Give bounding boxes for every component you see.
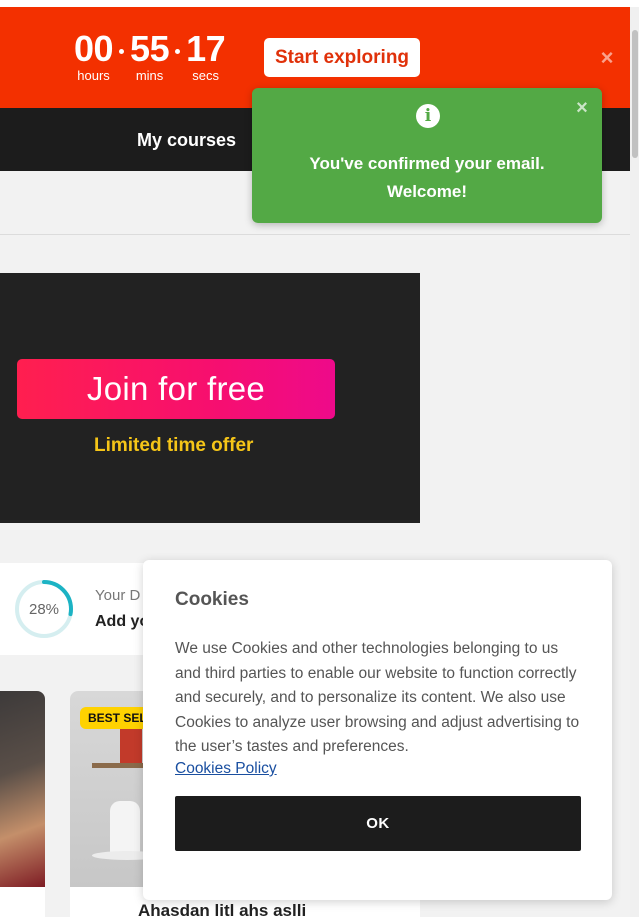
cookies-policy-link[interactable]: Cookies Policy	[175, 760, 277, 778]
scrollbar-thumb[interactable]	[632, 30, 638, 158]
course-card[interactable]	[0, 691, 45, 917]
countdown-timer: 00 hours 55 mins 17 secs	[74, 28, 226, 83]
join-for-free-button[interactable]: Join for free	[17, 359, 335, 419]
secs-label: secs	[192, 68, 219, 83]
course-title[interactable]: Ahasdan litl ahs aslli	[138, 901, 306, 917]
nav-my-courses[interactable]: My courses	[137, 130, 236, 151]
success-toast: i × You've confirmed your email. Welcome…	[252, 88, 602, 223]
info-icon: i	[416, 104, 440, 128]
progress-percent: 28%	[28, 600, 60, 618]
secs-value: 17	[186, 28, 226, 69]
cookie-dialog: Cookies We use Cookies and other technol…	[143, 560, 612, 900]
cookie-dialog-body: We use Cookies and other technologies be…	[175, 640, 580, 755]
countdown-separator	[119, 49, 125, 54]
countdown-separator	[175, 49, 181, 54]
course-thumbnail	[0, 691, 45, 887]
countdown-hours: 00 hours	[74, 28, 114, 83]
thumbnail-decor	[120, 729, 142, 763]
cookie-ok-button[interactable]: OK	[175, 796, 581, 851]
countdown-mins: 55 mins	[130, 28, 170, 83]
divider	[0, 234, 630, 235]
cookie-dialog-title: Cookies	[175, 589, 249, 610]
progress-card-title: Your D	[95, 587, 141, 604]
promo-close-icon[interactable]: ×	[596, 47, 618, 69]
hours-label: hours	[77, 68, 110, 83]
limited-offer-text: Limited time offer	[94, 435, 254, 456]
progress-card-action[interactable]: Add yo	[95, 613, 149, 631]
start-exploring-button[interactable]: Start exploring	[264, 38, 420, 77]
toast-message: You've confirmed your email. Welcome!	[309, 154, 545, 201]
hours-value: 00	[74, 28, 114, 69]
toast-close-icon[interactable]: ×	[572, 98, 592, 118]
promo-banner: Join for free Limited time offer	[0, 273, 420, 523]
mins-label: mins	[135, 68, 164, 83]
thumbnail-decor	[110, 801, 140, 856]
countdown-secs: 17 secs	[186, 28, 226, 83]
top-strip	[0, 0, 639, 7]
mins-value: 55	[130, 28, 170, 69]
